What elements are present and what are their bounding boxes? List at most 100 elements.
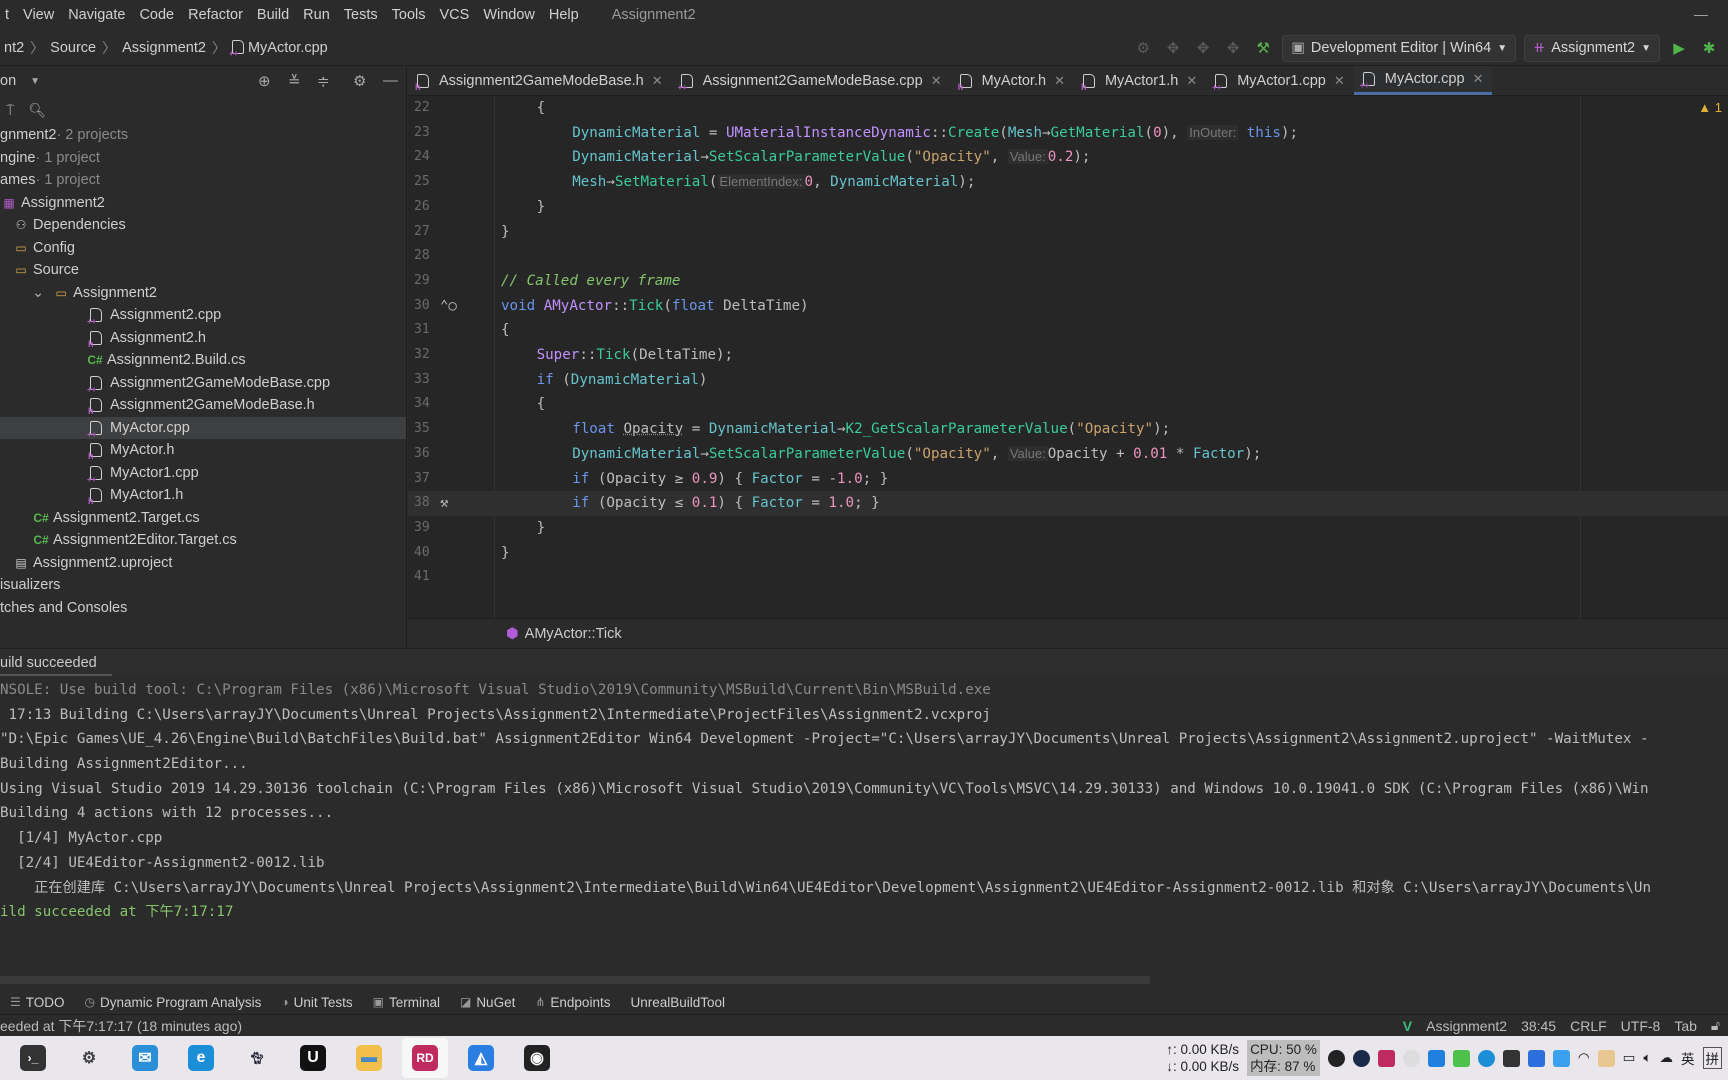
- taskbar-app[interactable]: ◭: [458, 1038, 504, 1078]
- lock-icon[interactable]: 🔓︎: [1711, 1017, 1720, 1034]
- app-tray-icon[interactable]: [1527, 1049, 1545, 1067]
- code-line[interactable]: 35 float Opacity = DynamicMaterial→K2_Get…: [408, 417, 1728, 442]
- code-line[interactable]: 37 if (Opacity ≥ 0.9) { Factor = -1.0; }: [408, 467, 1728, 492]
- code-line[interactable]: 25 Mesh→SetMaterial(ElementIndex: 0, Dynam…: [408, 170, 1728, 195]
- tree-item[interactable]: ▭ Source: [0, 259, 406, 282]
- app-tray-icon[interactable]: [1402, 1049, 1420, 1067]
- tab-myactor1-cpp[interactable]: MyActor1.cpp ✕: [1206, 66, 1354, 95]
- breadcrumb-item[interactable]: MyActor.cpp: [228, 39, 332, 58]
- volume-icon[interactable]: 🔈︎: [1643, 1050, 1651, 1066]
- code-line[interactable]: 40}: [408, 541, 1728, 566]
- run-config-select[interactable]: ⧺ Assignment2 ▼: [1524, 34, 1660, 62]
- tree-item[interactable]: ngine · 1 project: [0, 147, 406, 170]
- menu-item-code[interactable]: Code: [130, 7, 183, 23]
- steam-icon[interactable]: [1352, 1049, 1370, 1067]
- cat-tray-icon[interactable]: [1597, 1049, 1615, 1067]
- app-tray-icon[interactable]: [1552, 1049, 1570, 1067]
- close-icon[interactable]: ✕: [931, 73, 942, 89]
- tab-myactor-h[interactable]: MyActor.h ✕: [951, 66, 1074, 95]
- menu-item-navigate[interactable]: Navigate: [59, 7, 134, 23]
- tab-myactor1-h[interactable]: MyActor1.h ✕: [1074, 66, 1206, 95]
- filter-icon[interactable]: ⍑: [6, 102, 14, 119]
- wifi-icon[interactable]: ◠: [1578, 1050, 1590, 1066]
- ime-mode[interactable]: 拼: [1702, 1047, 1722, 1069]
- ime-language[interactable]: 英: [1681, 1048, 1695, 1068]
- hide-icon[interactable]: —: [383, 72, 398, 89]
- edge-tray-icon[interactable]: [1477, 1049, 1495, 1067]
- tree-item[interactable]: ⌄ ▭ Assignment2: [0, 282, 406, 305]
- app-tray-icon[interactable]: [1427, 1049, 1445, 1067]
- taskbar-app[interactable]: ✉: [122, 1038, 168, 1078]
- wechat-icon[interactable]: [1452, 1049, 1470, 1067]
- toolwindow-nuget[interactable]: ◪ NuGet: [450, 995, 525, 1010]
- taskbar-app[interactable]: ›_: [10, 1038, 56, 1078]
- explorer-title[interactable]: on: [0, 73, 16, 89]
- breadcrumb-item[interactable]: Source: [46, 40, 100, 56]
- toolwindow-dynamic-program-analysis[interactable]: ◷ Dynamic Program Analysis: [75, 995, 272, 1010]
- tree-item[interactable]: ▤ Assignment2.uproject: [0, 552, 406, 575]
- battery-icon[interactable]: ▭: [1623, 1050, 1636, 1066]
- taskbar-app[interactable]: e: [178, 1038, 224, 1078]
- close-icon[interactable]: ✕: [1473, 71, 1484, 87]
- menu-item-refactor[interactable]: Refactor: [179, 7, 252, 23]
- tree-item[interactable]: isualizers: [0, 574, 406, 597]
- gamepad-icon[interactable]: ✥: [1162, 39, 1184, 57]
- search-icon[interactable]: 🔍︎: [28, 102, 46, 119]
- build-config-select[interactable]: ▣ Development Editor | Win64 ▼: [1282, 34, 1517, 62]
- code-line[interactable]: 29 // Called every frame: [408, 269, 1728, 294]
- code-editor[interactable]: ▲ 1 22{23 DynamicMaterial = UMaterialInst…: [408, 96, 1728, 618]
- taskbar-app[interactable]: 🐈︎: [234, 1038, 280, 1078]
- taskbar-app[interactable]: U: [290, 1038, 336, 1078]
- debug-icon[interactable]: ✱: [1698, 39, 1720, 57]
- tree-item[interactable]: tches and Consoles: [0, 597, 406, 620]
- tree-item[interactable]: ▦ Assignment2: [0, 192, 406, 215]
- code-line[interactable]: 27}: [408, 220, 1728, 245]
- code-line[interactable]: 38 ⚒ if (Opacity ≤ 0.1) { Factor = 1.0; }: [408, 491, 1728, 516]
- code-line[interactable]: 41: [408, 565, 1728, 590]
- gamepad-icon[interactable]: ✥: [1222, 39, 1244, 57]
- breadcrumb-item[interactable]: nt2: [0, 40, 28, 56]
- collapse-all-icon[interactable]: ≑: [317, 72, 330, 90]
- minimize-icon[interactable]: —: [1694, 6, 1708, 22]
- gamepad-icon[interactable]: ✥: [1192, 39, 1214, 57]
- menu-item-help[interactable]: Help: [540, 7, 588, 23]
- tree-item[interactable]: ⚇ Dependencies: [0, 214, 406, 237]
- horizontal-scrollbar[interactable]: [0, 976, 1150, 984]
- obs-tray-icon[interactable]: [1327, 1049, 1345, 1067]
- code-line[interactable]: 33 if (DynamicMaterial): [408, 368, 1728, 393]
- chevron-down-icon[interactable]: ⌄: [32, 285, 44, 301]
- status-project[interactable]: Assignment2: [1426, 1018, 1507, 1034]
- locate-icon[interactable]: ⊕: [258, 72, 271, 90]
- tree-item[interactable]: MyActor.h: [0, 439, 406, 462]
- tree-item[interactable]: MyActor1.cpp: [0, 462, 406, 485]
- override-icon[interactable]: ⌃○: [440, 294, 457, 319]
- toolwindow-unit-tests[interactable]: ◑ Unit Tests: [271, 995, 362, 1010]
- close-icon[interactable]: ✕: [652, 73, 663, 89]
- code-line[interactable]: 28: [408, 244, 1728, 269]
- toolwindow-unrealbuildtool[interactable]: UnrealBuildTool: [620, 995, 735, 1010]
- indent-setting[interactable]: Tab: [1674, 1018, 1697, 1034]
- close-icon[interactable]: ✕: [1334, 73, 1345, 89]
- tree-item[interactable]: Assignment2GameModeBase.cpp: [0, 372, 406, 395]
- menu-item-vcs[interactable]: VCS: [430, 7, 478, 23]
- breadcrumb-method[interactable]: AMyActor::Tick: [525, 626, 622, 642]
- rider-tray-icon[interactable]: [1377, 1049, 1395, 1067]
- code-line[interactable]: 24 DynamicMaterial→SetScalarParameterValu…: [408, 145, 1728, 170]
- menu-item-tests[interactable]: Tests: [335, 7, 387, 23]
- toolwindow-terminal[interactable]: ▣ Terminal: [363, 995, 450, 1010]
- tree-item[interactable]: ames · 1 project: [0, 169, 406, 192]
- tree-item[interactable]: Assignment2GameModeBase.h: [0, 394, 406, 417]
- build-hammer-icon[interactable]: ⚒: [1252, 39, 1274, 57]
- caret-position[interactable]: 38:45: [1521, 1018, 1556, 1034]
- tree-item[interactable]: C# Assignment2.Build.cs: [0, 349, 406, 372]
- settings-icon[interactable]: ⚙: [1132, 39, 1154, 57]
- code-line[interactable]: 26}: [408, 195, 1728, 220]
- editor-breadcrumb[interactable]: ⬢ AMyActor::Tick: [408, 618, 1728, 648]
- epic-games-icon[interactable]: [1502, 1049, 1520, 1067]
- tree-item[interactable]: Assignment2.h: [0, 327, 406, 350]
- toolwindow-todo[interactable]: ☰ TODO: [0, 995, 75, 1010]
- build-output[interactable]: NSOLE: Use build tool: C:\Program Files …: [0, 678, 1728, 976]
- code-line[interactable]: 34 {: [408, 392, 1728, 417]
- taskbar-app[interactable]: ◉: [514, 1038, 560, 1078]
- close-icon[interactable]: ✕: [1186, 73, 1197, 89]
